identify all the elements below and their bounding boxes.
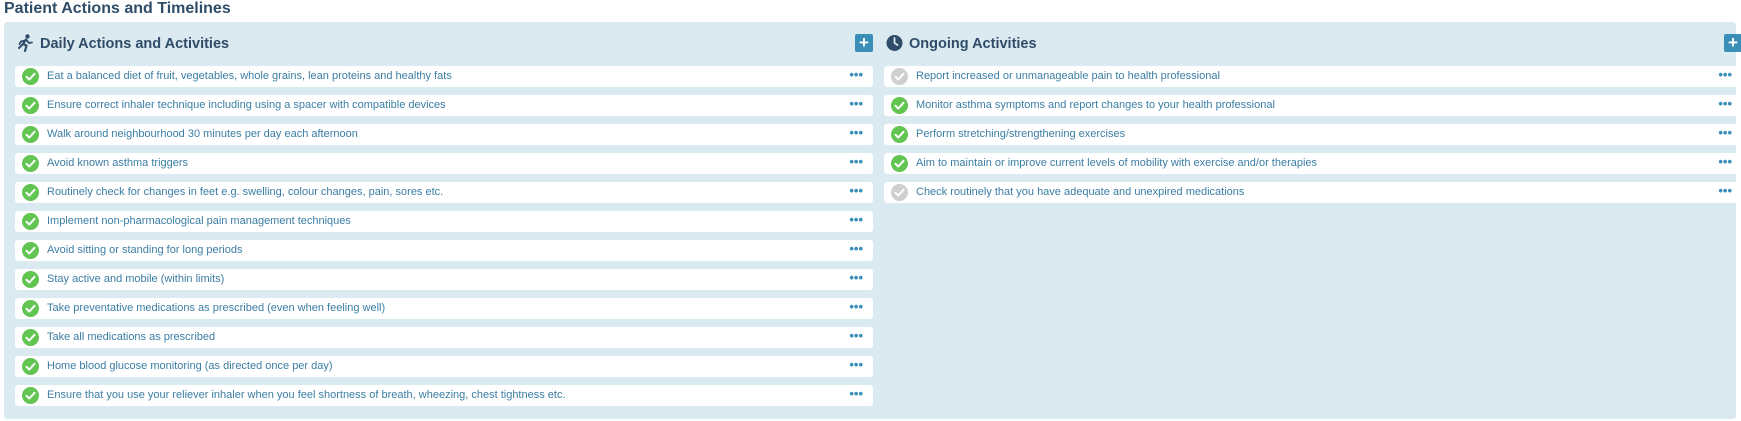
more-options-icon[interactable]: ••• bbox=[849, 300, 863, 314]
item-label: Walk around neighbourhood 30 minutes per… bbox=[47, 128, 358, 140]
daily-actions-title: Daily Actions and Activities bbox=[40, 36, 230, 52]
check-complete-icon[interactable] bbox=[22, 126, 39, 143]
ongoing-activities-title: Ongoing Activities bbox=[909, 36, 1037, 52]
item-label: Home blood glucose monitoring (as direct… bbox=[47, 360, 333, 372]
list-item[interactable]: Home blood glucose monitoring (as direct… bbox=[15, 356, 873, 377]
more-options-icon[interactable]: ••• bbox=[1718, 126, 1732, 140]
item-label: Stay active and mobile (within limits) bbox=[47, 273, 225, 285]
list-item[interactable]: Walk around neighbourhood 30 minutes per… bbox=[15, 124, 873, 145]
list-item[interactable]: Take preventative medications as prescri… bbox=[15, 298, 873, 319]
item-label: Monitor asthma symptoms and report chang… bbox=[916, 99, 1275, 111]
item-label: Take all medications as prescribed bbox=[47, 331, 216, 343]
list-item[interactable]: Routinely check for changes in feet e.g.… bbox=[15, 182, 873, 203]
more-options-icon[interactable]: ••• bbox=[849, 97, 863, 111]
check-complete-icon[interactable] bbox=[22, 271, 39, 288]
item-label: Avoid sitting or standing for long perio… bbox=[47, 244, 243, 256]
item-label: Take preventative medications as prescri… bbox=[47, 302, 386, 314]
more-options-icon[interactable]: ••• bbox=[849, 126, 863, 140]
ongoing-activities-header: Ongoing Activities + bbox=[884, 22, 1741, 66]
list-item[interactable]: Perform stretching/strengthening exercis… bbox=[884, 124, 1741, 145]
check-complete-icon[interactable] bbox=[22, 300, 39, 317]
check-pending-icon[interactable] bbox=[891, 68, 908, 85]
item-label: Eat a balanced diet of fruit, vegetables… bbox=[47, 70, 452, 82]
check-complete-icon[interactable] bbox=[22, 387, 39, 404]
actions-panel: Daily Actions and Activities + Eat a bal… bbox=[4, 22, 1741, 419]
list-item[interactable]: Implement non-pharmacological pain manag… bbox=[15, 211, 873, 232]
more-options-icon[interactable]: ••• bbox=[849, 358, 863, 372]
check-complete-icon[interactable] bbox=[22, 329, 39, 346]
item-label: Report increased or unmanageable pain to… bbox=[916, 70, 1220, 82]
list-item[interactable]: Monitor asthma symptoms and report chang… bbox=[884, 95, 1741, 116]
more-options-icon[interactable]: ••• bbox=[849, 184, 863, 198]
list-item[interactable]: Avoid known asthma triggers ••• bbox=[15, 153, 873, 174]
more-options-icon[interactable]: ••• bbox=[849, 213, 863, 227]
list-item[interactable]: Ensure that you use your reliever inhale… bbox=[15, 385, 873, 406]
item-label: Ensure correct inhaler technique includi… bbox=[47, 99, 446, 111]
more-options-icon[interactable]: ••• bbox=[849, 68, 863, 82]
more-options-icon[interactable]: ••• bbox=[849, 329, 863, 343]
daily-actions-header: Daily Actions and Activities + bbox=[15, 22, 873, 66]
add-ongoing-activity-button[interactable]: + bbox=[1724, 34, 1741, 52]
more-options-icon[interactable]: ••• bbox=[1718, 184, 1732, 198]
check-complete-icon[interactable] bbox=[22, 242, 39, 259]
more-options-icon[interactable]: ••• bbox=[849, 271, 863, 285]
list-item[interactable]: Ensure correct inhaler technique includi… bbox=[15, 95, 873, 116]
check-pending-icon[interactable] bbox=[891, 184, 908, 201]
check-complete-icon[interactable] bbox=[891, 155, 908, 172]
check-complete-icon[interactable] bbox=[22, 358, 39, 375]
more-options-icon[interactable]: ••• bbox=[849, 155, 863, 169]
item-label: Check routinely that you have adequate a… bbox=[916, 186, 1245, 198]
add-daily-action-button[interactable]: + bbox=[855, 34, 873, 52]
check-complete-icon[interactable] bbox=[22, 68, 39, 85]
check-complete-icon[interactable] bbox=[891, 126, 908, 143]
check-complete-icon[interactable] bbox=[22, 155, 39, 172]
daily-actions-column: Daily Actions and Activities + Eat a bal… bbox=[15, 22, 873, 414]
check-complete-icon[interactable] bbox=[22, 184, 39, 201]
check-complete-icon[interactable] bbox=[22, 97, 39, 114]
list-item[interactable]: Report increased or unmanageable pain to… bbox=[884, 66, 1741, 87]
more-options-icon[interactable]: ••• bbox=[1718, 155, 1732, 169]
check-complete-icon[interactable] bbox=[891, 97, 908, 114]
item-label: Perform stretching/strengthening exercis… bbox=[916, 128, 1126, 140]
check-complete-icon[interactable] bbox=[22, 213, 39, 230]
item-label: Aim to maintain or improve current level… bbox=[916, 157, 1318, 169]
more-options-icon[interactable]: ••• bbox=[849, 387, 863, 401]
clock-icon bbox=[886, 34, 903, 52]
item-label: Avoid known asthma triggers bbox=[47, 157, 189, 169]
more-options-icon[interactable]: ••• bbox=[849, 242, 863, 256]
running-person-icon bbox=[17, 34, 34, 53]
list-item[interactable]: Aim to maintain or improve current level… bbox=[884, 153, 1741, 174]
ongoing-activities-list: Report increased or unmanageable pain to… bbox=[884, 66, 1741, 203]
list-item[interactable]: Avoid sitting or standing for long perio… bbox=[15, 240, 873, 261]
item-label: Implement non-pharmacological pain manag… bbox=[47, 215, 351, 227]
daily-actions-list: Eat a balanced diet of fruit, vegetables… bbox=[15, 66, 873, 406]
list-item[interactable]: Stay active and mobile (within limits) ••… bbox=[15, 269, 873, 290]
ongoing-activities-column: Ongoing Activities + Report increased or… bbox=[884, 22, 1741, 211]
list-item[interactable]: Take all medications as prescribed ••• bbox=[15, 327, 873, 348]
more-options-icon[interactable]: ••• bbox=[1718, 68, 1732, 82]
item-label: Ensure that you use your reliever inhale… bbox=[47, 389, 566, 401]
more-options-icon[interactable]: ••• bbox=[1718, 97, 1732, 111]
list-item[interactable]: Eat a balanced diet of fruit, vegetables… bbox=[15, 66, 873, 87]
list-item[interactable]: Check routinely that you have adequate a… bbox=[884, 182, 1741, 203]
page-title: Patient Actions and Timelines bbox=[4, 0, 231, 17]
item-label: Routinely check for changes in feet e.g.… bbox=[47, 186, 444, 198]
